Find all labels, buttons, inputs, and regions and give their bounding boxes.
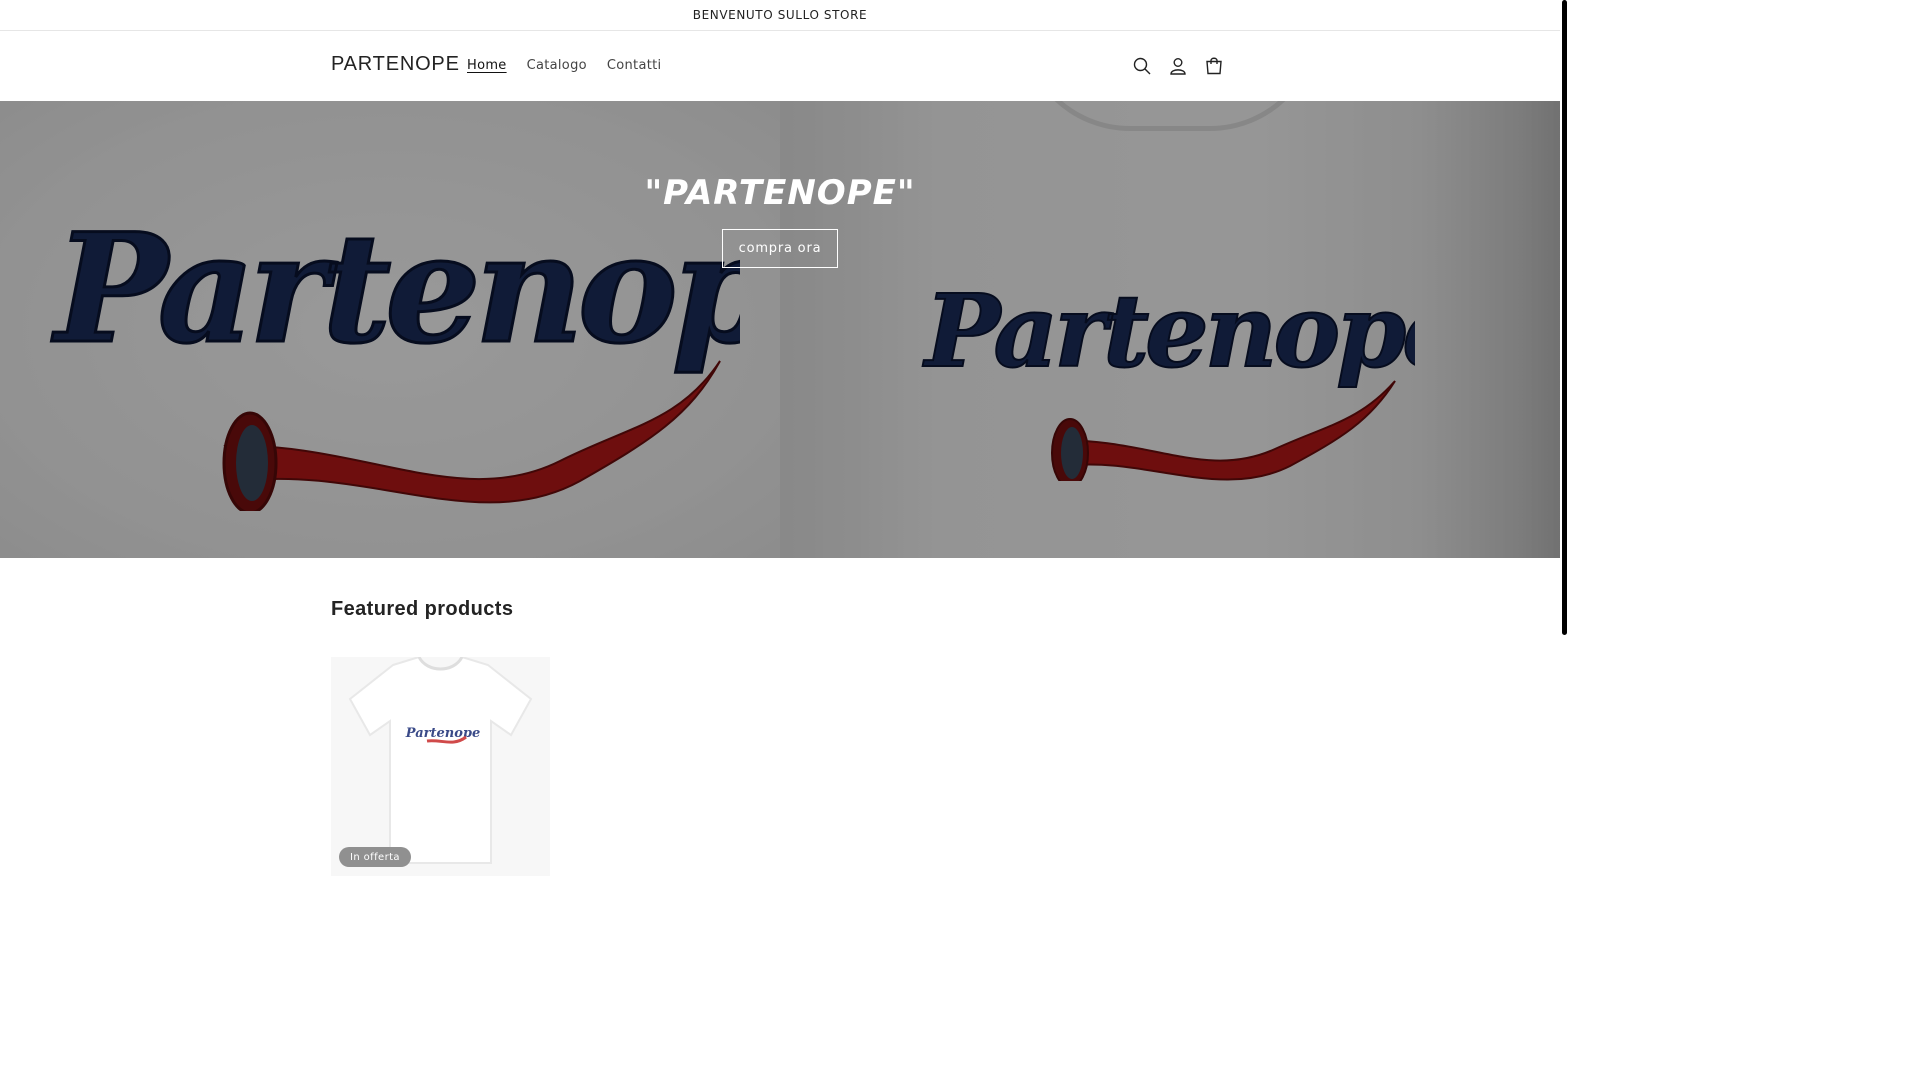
search-icon[interactable] bbox=[1124, 48, 1160, 84]
nav-catalogo[interactable]: Catalogo bbox=[517, 56, 597, 76]
main-nav: Home Catalogo Contatti bbox=[457, 56, 671, 76]
account-icon[interactable] bbox=[1160, 48, 1196, 84]
announcement-bar: BENVENUTO SULLO STORE bbox=[0, 0, 1560, 31]
store-logo[interactable]: PARTENOPE bbox=[331, 53, 460, 76]
product-card[interactable]: Partenope In offerta bbox=[331, 657, 550, 876]
page-scrollbar[interactable] bbox=[1560, 0, 1568, 882]
svg-text:Partenope: Partenope bbox=[405, 726, 480, 741]
header-icons bbox=[1124, 48, 1232, 84]
cart-icon[interactable] bbox=[1196, 48, 1232, 84]
hero-content: "PARTENOPE" compra ora bbox=[0, 101, 1560, 268]
sale-badge: In offerta bbox=[339, 847, 411, 867]
featured-products-title: Featured products bbox=[331, 598, 514, 620]
nav-contatti[interactable]: Contatti bbox=[597, 56, 672, 76]
scrollbar-thumb[interactable] bbox=[1562, 0, 1567, 635]
nav-home[interactable]: Home bbox=[457, 56, 517, 76]
shop-now-button[interactable]: compra ora bbox=[722, 229, 838, 268]
site-header: PARTENOPE Home Catalogo Contatti bbox=[0, 31, 1560, 101]
tshirt-product-image: Partenope bbox=[348, 657, 533, 864]
announcement-text: BENVENUTO SULLO STORE bbox=[692, 8, 868, 22]
hero-banner: Partenope Partenope "PARTENOPE" compra o… bbox=[0, 101, 1560, 558]
hero-title: "PARTENOPE" bbox=[644, 173, 916, 213]
